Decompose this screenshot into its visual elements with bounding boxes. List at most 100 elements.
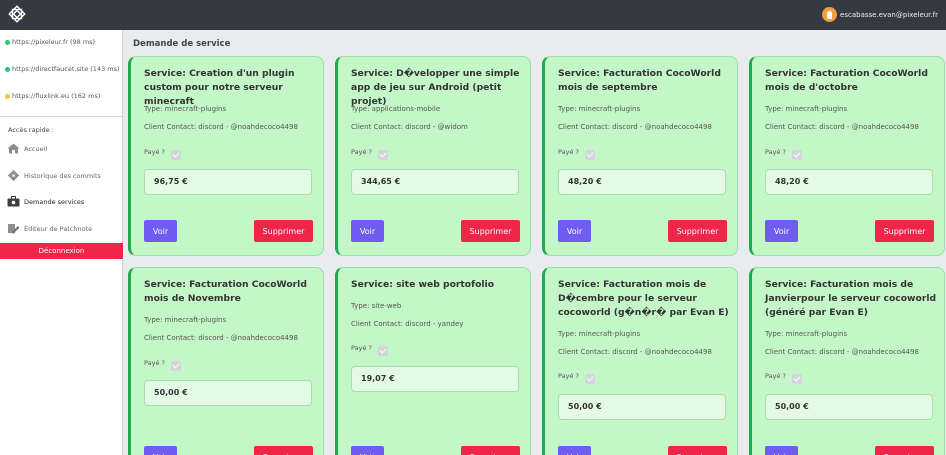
card-type: Type: minecraft-plugins: [144, 316, 227, 324]
card-type: Type: applications-mobile: [351, 105, 441, 113]
paid-field: Payé ?: [765, 368, 802, 384]
sidebar: https://pixeleur.fr (98 ms) https://dire…: [0, 30, 123, 455]
delete-button[interactable]: Supprimer: [668, 446, 727, 455]
view-button[interactable]: Voir: [765, 220, 798, 242]
delete-button[interactable]: Supprimer: [254, 446, 313, 455]
delete-button[interactable]: Supprimer: [875, 220, 934, 242]
status-dot-icon: [5, 66, 10, 72]
view-button[interactable]: Voir: [144, 446, 177, 455]
paid-checkbox[interactable]: [377, 346, 388, 356]
card-title: Service: D�velopper une simple app de je…: [351, 68, 520, 107]
logo-icon[interactable]: [7, 4, 27, 24]
card-title: Service: Facturation CocoWorld mois de N…: [144, 279, 307, 304]
card-type: Type: minecraft-plugins: [558, 330, 641, 338]
status-item-pixeleur: https://pixeleur.fr (98 ms): [5, 38, 95, 46]
delete-button[interactable]: Supprimer: [875, 446, 934, 455]
page-title: Demande de service: [133, 39, 231, 49]
view-button[interactable]: Voir: [558, 220, 591, 242]
paid-checkbox[interactable]: [584, 150, 595, 160]
amount-field[interactable]: 50,00 €: [765, 394, 933, 420]
sidebar-item-label: Editeur de Patchnote: [24, 224, 93, 233]
status-item-fluxlink: https://fluxlink.eu (162 ms): [5, 92, 100, 100]
service-card: Service: Facturation CocoWorld mois de N…: [128, 267, 324, 455]
paid-field: Payé ?: [765, 144, 802, 160]
avatar[interactable]: [822, 7, 838, 22]
paid-checkbox[interactable]: [170, 150, 181, 160]
card-title: Service: Facturation CocoWorld mois de d…: [765, 68, 928, 93]
card-contact: Client Contact: discord - @noahdecoco449…: [765, 348, 919, 356]
sidebar-item-demande-services[interactable]: Demande services: [7, 196, 84, 207]
sidebar-item-accueil[interactable]: Accueil: [7, 143, 47, 154]
card-title: Service: site web portofolio: [351, 279, 495, 290]
card-contact: Client Contact: discord - @widom: [351, 123, 468, 131]
status-label: https://fluxlink.eu (162 ms): [12, 92, 101, 100]
service-card: Service: Facturation mois de D�cembre po…: [542, 267, 738, 455]
card-title: Service: Facturation mois de Janvierpour…: [765, 279, 937, 318]
git-icon: [7, 170, 20, 181]
view-button[interactable]: Voir: [351, 446, 384, 455]
view-button[interactable]: Voir: [351, 220, 384, 242]
paid-field: Payé ?: [351, 144, 388, 160]
service-card: Service: Facturation mois de Janvierpour…: [749, 267, 945, 455]
card-title: Service: Creation d'un plugin custom pou…: [144, 68, 295, 107]
card-contact: Client Contact: discord - @noahdecoco449…: [144, 334, 298, 342]
status-label: https://directfaucet.site (143 ms): [12, 65, 120, 73]
delete-button[interactable]: Supprimer: [461, 220, 520, 242]
card-type: Type: minecraft-plugins: [144, 105, 227, 113]
paid-field: Payé ?: [144, 144, 181, 160]
card-contact: Client Contact: discord - @noahdecoco449…: [558, 123, 712, 131]
paid-label: Payé ?: [558, 148, 579, 156]
paid-checkbox[interactable]: [791, 150, 802, 160]
amount-field[interactable]: 50,00 €: [558, 394, 726, 420]
card-title: Service: Facturation mois de D�cembre po…: [558, 279, 729, 318]
sidebar-item-label: Accueil: [24, 144, 48, 153]
quick-access-title: Accès rapide :: [8, 126, 54, 134]
paid-label: Payé ?: [765, 148, 786, 156]
delete-button[interactable]: Supprimer: [254, 220, 313, 242]
sidebar-item-label: Demande services: [24, 197, 85, 206]
card-type: Type: minecraft-plugins: [558, 105, 641, 113]
card-title: Service: Facturation CocoWorld mois de s…: [558, 68, 721, 93]
edit-icon: [7, 223, 20, 234]
paid-label: Payé ?: [351, 148, 372, 156]
amount-field[interactable]: 48,20 €: [558, 169, 726, 195]
delete-button[interactable]: Supprimer: [461, 446, 520, 455]
paid-checkbox[interactable]: [170, 361, 181, 371]
paid-checkbox[interactable]: [791, 374, 802, 384]
paid-label: Payé ?: [351, 344, 372, 352]
top-bar: escabasse.evan@pixeleur.fr: [0, 0, 946, 30]
amount-field[interactable]: 344,65 €: [351, 169, 519, 195]
amount-field[interactable]: 19,07 €: [351, 366, 519, 392]
service-card: Service: Facturation CocoWorld mois de s…: [542, 56, 738, 256]
paid-label: Payé ?: [558, 372, 579, 380]
view-button[interactable]: Voir: [765, 446, 798, 455]
view-button[interactable]: Voir: [558, 446, 591, 455]
user-menu[interactable]: escabasse.evan@pixeleur.fr: [822, 7, 938, 22]
card-type: Type: site-web: [351, 302, 402, 310]
card-contact: Client Contact: discord - @noahdecoco449…: [558, 348, 712, 356]
card-contact: Client Contact: discord - yandey: [351, 320, 464, 328]
paid-label: Payé ?: [144, 359, 165, 367]
paid-checkbox[interactable]: [377, 150, 388, 160]
status-label: https://pixeleur.fr (98 ms): [12, 38, 96, 46]
divider: [0, 116, 123, 117]
home-icon: [7, 143, 20, 154]
delete-button[interactable]: Supprimer: [668, 220, 727, 242]
card-type: Type: minecraft-plugins: [765, 105, 848, 113]
sidebar-item-patchnote[interactable]: Editeur de Patchnote: [7, 223, 92, 234]
card-contact: Client Contact: discord - @noahdecoco449…: [144, 123, 298, 131]
service-card: Service: Creation d'un plugin custom pou…: [128, 56, 324, 256]
paid-label: Payé ?: [765, 372, 786, 380]
paid-field: Payé ?: [351, 340, 388, 356]
logout-button[interactable]: Déconnexion: [0, 243, 123, 259]
service-card: Service: Facturation CocoWorld mois de d…: [749, 56, 945, 256]
paid-field: Payé ?: [558, 368, 595, 384]
amount-field[interactable]: 48,20 €: [765, 169, 933, 195]
sidebar-item-commits[interactable]: Historique des commits: [7, 170, 101, 181]
view-button[interactable]: Voir: [144, 220, 177, 242]
amount-field[interactable]: 50,00 €: [144, 380, 312, 406]
paid-checkbox[interactable]: [584, 374, 595, 384]
card-type: Type: minecraft-plugins: [765, 330, 848, 338]
user-email[interactable]: escabasse.evan@pixeleur.fr: [840, 11, 938, 19]
amount-field[interactable]: 96,75 €: [144, 169, 312, 195]
